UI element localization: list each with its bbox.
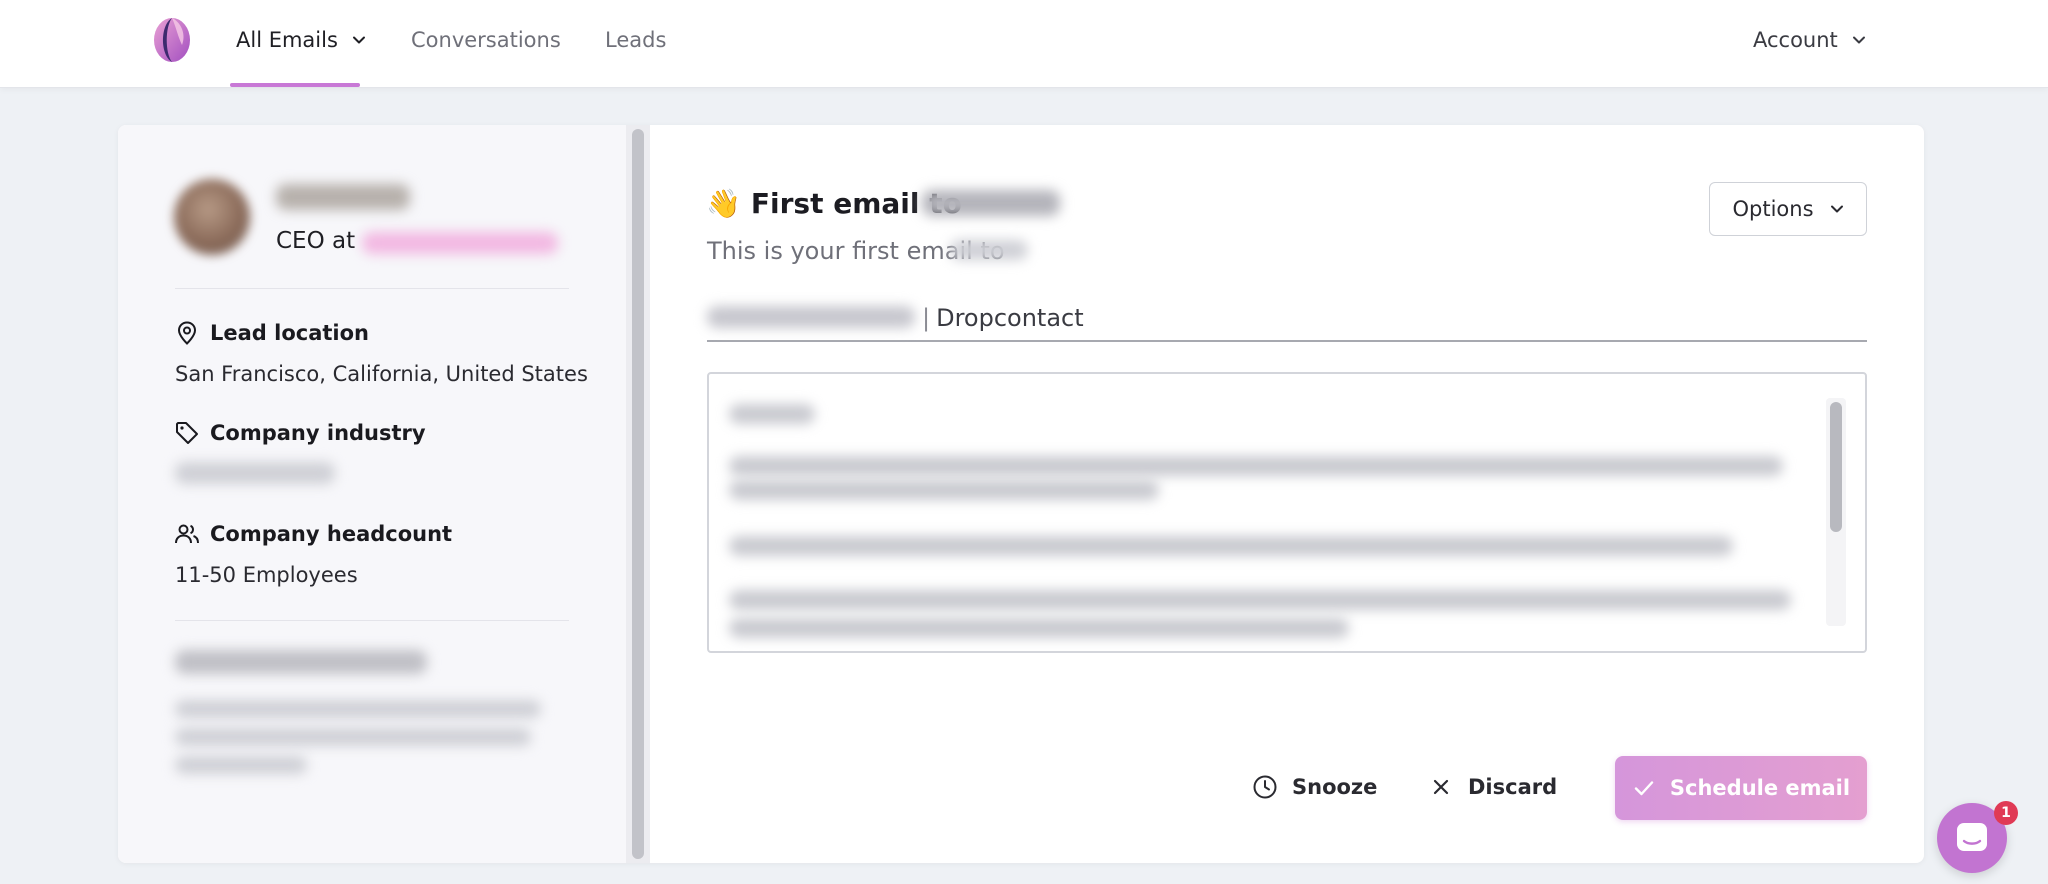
- about-company-text-redacted: [175, 756, 307, 774]
- subject-redacted: [707, 306, 915, 328]
- users-icon: [175, 524, 199, 544]
- chevron-down-icon: [1830, 205, 1843, 213]
- snooze-label: Snooze: [1292, 775, 1378, 799]
- options-label: Options: [1732, 197, 1814, 221]
- email-title-name-redacted: [922, 190, 1060, 216]
- company-link-redacted[interactable]: [362, 232, 558, 254]
- chevron-down-icon: [352, 36, 365, 44]
- top-navbar: All Emails Conversations Leads Account: [0, 0, 2048, 88]
- chat-bubble-icon: [1957, 823, 1987, 851]
- nav-conversations[interactable]: Conversations: [411, 28, 561, 52]
- discard-button[interactable]: Discard: [1428, 774, 1557, 800]
- account-menu[interactable]: Account: [1753, 28, 1866, 52]
- company-industry-label: Company industry: [210, 421, 426, 445]
- snooze-button[interactable]: Snooze: [1252, 774, 1377, 800]
- chevron-down-icon: [1852, 36, 1865, 44]
- email-subtitle-name-redacted: [950, 240, 1028, 260]
- email-body-text-redacted: [729, 404, 815, 424]
- options-button[interactable]: Options: [1709, 182, 1867, 236]
- clock-icon: [1253, 775, 1277, 799]
- close-icon: [1433, 779, 1449, 795]
- lead-location-value: San Francisco, California, United States: [175, 362, 588, 386]
- company-industry-redacted: [175, 462, 335, 484]
- about-company-text-redacted: [175, 728, 531, 746]
- divider: [175, 620, 569, 621]
- nav-all-emails-label: All Emails: [236, 28, 338, 52]
- nav-all-emails[interactable]: All Emails: [236, 28, 366, 52]
- subject-separator: |: [922, 304, 931, 332]
- about-company-text-redacted: [175, 700, 541, 718]
- panel-scrollbar[interactable]: [626, 125, 650, 863]
- lead-name-redacted: [276, 184, 410, 210]
- email-body-text-redacted: [729, 480, 1159, 500]
- waving-hand-icon: 👋: [706, 187, 741, 220]
- subject-text: | Dropcontact: [922, 304, 1084, 332]
- about-company-title-redacted: [175, 650, 427, 674]
- chat-unread-badge: 1: [1994, 801, 2018, 825]
- discard-label: Discard: [1468, 775, 1558, 799]
- email-body-editor[interactable]: [707, 372, 1867, 653]
- nav-leads[interactable]: Leads: [605, 28, 666, 52]
- lead-avatar: [174, 179, 250, 255]
- email-body-scrollbar-thumb[interactable]: [1830, 402, 1842, 532]
- company-headcount-label: Company headcount: [210, 522, 453, 546]
- app-logo-icon[interactable]: [152, 17, 192, 63]
- company-industry-title: Company industry: [174, 420, 426, 446]
- checkmark-icon: [1634, 781, 1654, 796]
- divider: [175, 288, 569, 289]
- nav-active-indicator: [230, 83, 360, 87]
- panel-scrollbar-thumb[interactable]: [632, 129, 644, 859]
- email-body-text-redacted: [729, 590, 1791, 610]
- company-headcount-value: 11-50 Employees: [175, 563, 358, 587]
- schedule-email-label: Schedule email: [1669, 776, 1851, 800]
- subject-visible-text: Dropcontact: [936, 304, 1084, 332]
- lead-role: CEO at: [276, 228, 356, 254]
- schedule-email-button[interactable]: Schedule email: [1615, 756, 1867, 820]
- email-body-text-redacted: [729, 536, 1733, 556]
- location-pin-icon: [177, 321, 197, 345]
- email-body-text-redacted: [729, 618, 1349, 638]
- email-body-text-redacted: [729, 456, 1783, 476]
- lead-location-title: Lead location: [174, 320, 369, 346]
- tag-icon: [176, 422, 198, 444]
- lead-location-label: Lead location: [210, 321, 369, 345]
- company-headcount-title: Company headcount: [174, 521, 452, 547]
- account-label: Account: [1753, 28, 1838, 52]
